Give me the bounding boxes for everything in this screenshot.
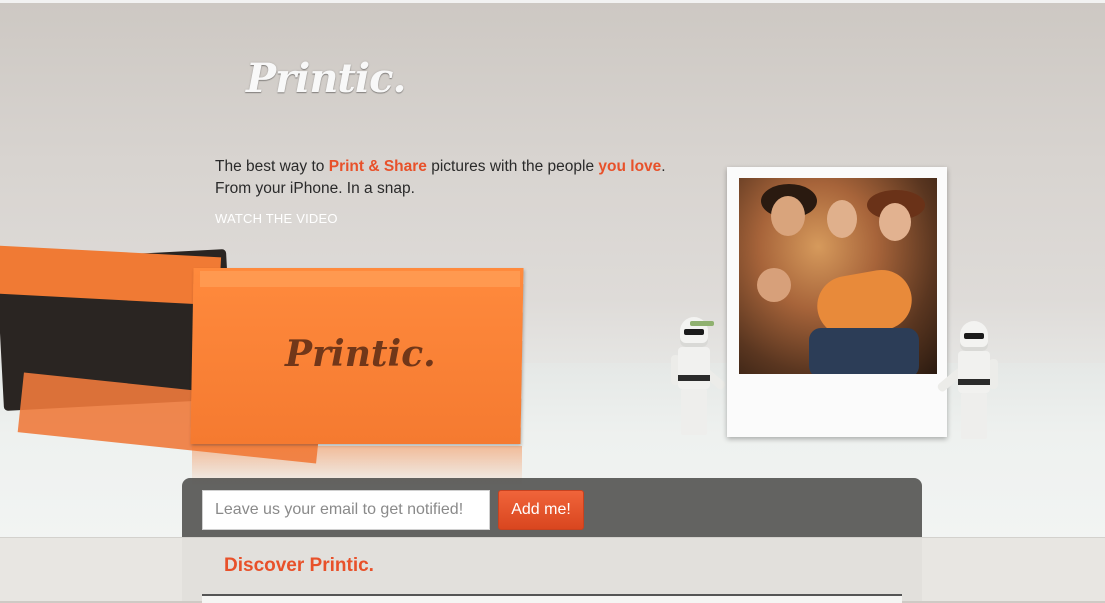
tagline-text-2: pictures with the people [426,158,599,175]
trooper-figure-right [936,321,998,441]
tagline-text-1: The best way to [215,158,329,175]
discover-content-edge [202,594,902,603]
envelope-logo-print: Printic. [285,333,436,375]
add-me-button[interactable]: Add me! [498,490,584,530]
tagline: The best way to Print & Share pictures w… [215,156,735,200]
polaroid-photo [727,167,947,437]
tagline-text-3: . [661,158,666,175]
tagline-highlight-print-share: Print & Share [328,158,427,175]
discover-panel: Discover Printic. [182,538,922,603]
watch-video-link[interactable]: WATCH THE VIDEO [215,211,338,226]
discover-section: Discover Printic. [0,537,1105,603]
friends-photo [739,178,937,374]
email-input[interactable] [202,490,490,530]
tagline-line-2: From your iPhone. In a snap. [215,180,415,197]
envelope-flap [200,271,520,287]
email-signup-bar: Add me! [182,478,922,540]
trooper-figure-left [671,317,727,437]
hero-banner: Printic. The best way to Print & Share p… [0,0,1105,540]
tagline-highlight-you-love: you love [598,158,662,175]
discover-title: Discover Printic. [224,555,374,576]
printic-logo[interactable]: Printic. [246,55,406,102]
